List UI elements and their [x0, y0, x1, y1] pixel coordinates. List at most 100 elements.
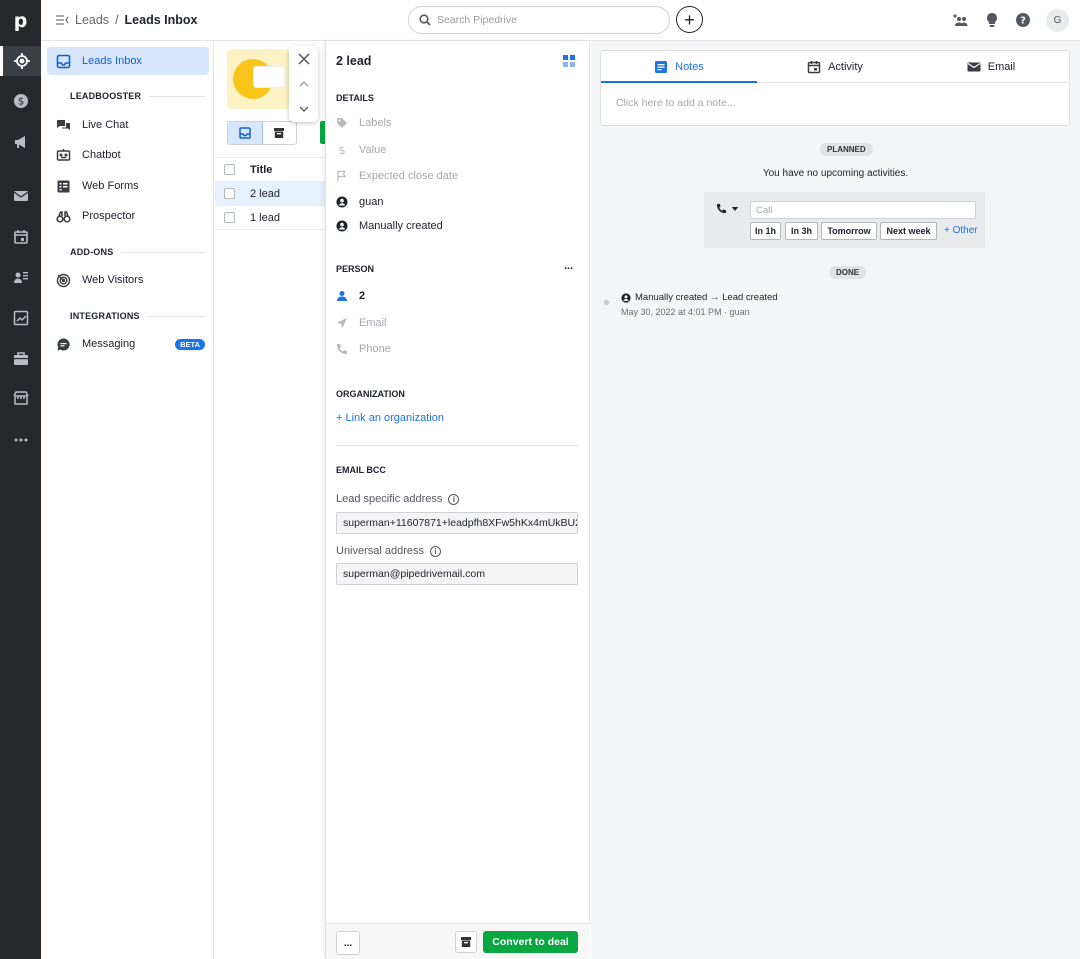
breadcrumb-parent[interactable]: Leads [75, 13, 109, 27]
column-header-title[interactable]: Title [250, 164, 272, 176]
note-input[interactable]: Click here to add a note... [616, 97, 736, 109]
sidebar-item-prospector[interactable]: Prospector [47, 202, 209, 230]
sidebar-item-live-chat[interactable]: Live Chat [47, 111, 209, 139]
call-subject-input[interactable]: Call [750, 201, 976, 219]
inbox-view-button[interactable] [228, 122, 263, 144]
svg-text:$: $ [17, 97, 23, 108]
lead-address-label: Lead specific address i [336, 493, 460, 505]
chatbot-icon [56, 148, 71, 161]
contacts-icon[interactable] [0, 262, 41, 292]
search-placeholder: Search Pipedrive [437, 14, 517, 26]
lead-title[interactable]: 2 lead [336, 54, 371, 68]
leads-table: Title 2 lead 1 lead [215, 157, 325, 230]
next-week-button[interactable]: Next week [880, 222, 937, 240]
chat-bubbles-icon [57, 119, 70, 130]
convert-to-deal-button[interactable]: Convert to deal [483, 931, 578, 953]
deals-icon[interactable]: $ [0, 86, 41, 116]
archive-view-button[interactable] [263, 122, 297, 144]
activity-type-dropdown[interactable] [716, 203, 739, 214]
previous-lead-button[interactable] [289, 71, 318, 96]
integrations-heading: INTEGRATIONS [70, 311, 205, 321]
pipedrive-logo[interactable]: p [0, 0, 41, 41]
timeline-dot [604, 300, 609, 305]
table-row[interactable]: 2 lead [215, 182, 325, 206]
calendar-icon [807, 60, 821, 73]
universal-address-field[interactable]: superman@pipedrivemail.com [336, 563, 578, 585]
more-icon[interactable] [0, 425, 41, 455]
form-icon [57, 180, 70, 192]
email-bcc-heading: EMAIL BCC [336, 465, 386, 475]
tab-activity[interactable]: Activity [757, 51, 913, 82]
leads-list: Title 2 lead 1 lead [215, 41, 325, 959]
phone-icon [716, 203, 727, 214]
beta-badge: BETA [175, 338, 205, 350]
details-heading: DETAILS [336, 93, 374, 103]
search-input[interactable]: Search Pipedrive [408, 6, 670, 34]
history-meta: May 30, 2022 at 4:01 PM · guan [621, 307, 750, 317]
person-phone-field[interactable]: Phone [336, 341, 391, 357]
tag-icon [337, 118, 347, 128]
select-all-checkbox[interactable] [224, 164, 235, 175]
link-organization-link[interactable]: + Link an organization [336, 412, 444, 424]
chevron-down-icon [299, 106, 308, 112]
more-actions-button[interactable]: ... [336, 931, 360, 955]
main-nav: p $ [0, 0, 41, 959]
mail-icon[interactable] [0, 181, 41, 211]
info-icon[interactable]: i [430, 545, 442, 557]
sidebar-item-label: Web Forms [82, 180, 139, 192]
expected-close-date-field[interactable]: Expected close date [336, 168, 458, 184]
table-header: Title [215, 157, 325, 182]
value-field[interactable]: $ Value [336, 142, 387, 158]
invite-users-icon[interactable] [952, 11, 970, 29]
close-detail-button[interactable] [289, 46, 318, 71]
leads-icon[interactable] [0, 46, 41, 76]
sidebar-item-label: Messaging [82, 338, 136, 350]
other-date-link[interactable]: + Other [944, 225, 978, 236]
labels-field[interactable]: Labels [336, 115, 391, 131]
sidebar-item-web-forms[interactable]: Web Forms [47, 172, 209, 200]
leads-sidebar: Leads Inbox LEADBOOSTER Live Chat Chatbo… [41, 41, 214, 959]
sidebar-item-label: Leads Inbox [82, 55, 142, 67]
search-icon [419, 14, 431, 26]
person-email-field[interactable]: Email [336, 315, 387, 331]
user-avatar[interactable]: G [1046, 9, 1069, 32]
marketplace-icon[interactable] [0, 383, 41, 413]
table-row[interactable]: 1 lead [215, 206, 325, 230]
next-lead-button[interactable] [289, 96, 318, 121]
campaigns-icon[interactable] [0, 127, 41, 157]
products-icon[interactable] [0, 343, 41, 373]
sidebar-item-chatbot[interactable]: Chatbot [47, 141, 209, 169]
close-icon [297, 52, 310, 65]
tab-email[interactable]: Email [913, 51, 1069, 82]
sidebar-item-label: Live Chat [82, 119, 129, 131]
lead-illustration [227, 49, 289, 109]
quick-add-button[interactable]: + [676, 6, 703, 33]
tips-bulb-icon[interactable] [983, 11, 1001, 29]
sidebar-item-web-visitors[interactable]: Web Visitors [47, 266, 209, 294]
row-checkbox[interactable] [224, 188, 235, 199]
person-name-field[interactable]: 2 [336, 288, 365, 304]
customize-fields-icon[interactable] [563, 55, 575, 67]
archive-button[interactable] [455, 931, 477, 953]
help-icon[interactable]: ? [1014, 11, 1032, 29]
divider [336, 445, 578, 446]
chevron-up-icon [299, 80, 308, 86]
person-more-button[interactable]: ... [564, 260, 573, 272]
calendar-icon[interactable] [0, 222, 41, 252]
sidebar-item-leads-inbox[interactable]: Leads Inbox [47, 47, 209, 75]
owner-field[interactable]: guan [336, 194, 383, 210]
in-1h-button[interactable]: In 1h [750, 222, 781, 240]
lead-specific-address-field[interactable]: superman+11607871+leadpfh8XFw5hKx4mUkBU2 [336, 512, 578, 534]
insights-icon[interactable] [0, 303, 41, 333]
dollar-icon: $ [339, 144, 346, 156]
breadcrumb: Leads / Leads Inbox [55, 13, 197, 27]
tab-notes[interactable]: Notes [601, 51, 757, 83]
in-3h-button[interactable]: In 3h [785, 222, 818, 240]
sidebar-toggle-icon[interactable] [55, 14, 69, 26]
row-checkbox[interactable] [224, 212, 235, 223]
info-icon[interactable]: i [448, 493, 460, 505]
person-icon [337, 291, 347, 301]
sidebar-item-messaging[interactable]: Messaging BETA [47, 330, 209, 358]
archive-icon [274, 128, 285, 138]
tomorrow-button[interactable]: Tomorrow [821, 222, 877, 240]
